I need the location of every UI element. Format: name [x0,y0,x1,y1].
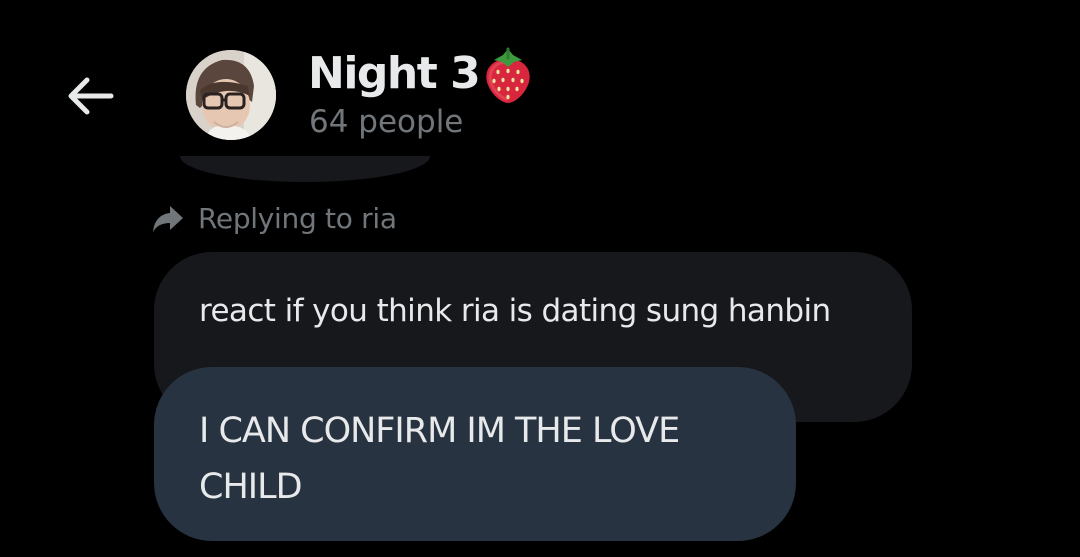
arrow-left-icon [68,77,114,115]
back-button[interactable] [60,72,118,120]
group-avatar[interactable] [186,50,276,140]
member-count: 64 people [309,104,464,140]
message-text: I CAN CONFIRM IM THE LOVE CHILD [199,411,680,507]
page-title: Night 3 [308,48,481,99]
replying-to-label: Replying to ria [198,201,397,235]
reply-arrow-icon [153,206,183,232]
previous-message-edge [180,156,430,182]
quoted-message-text: react if you think ria is dating sung ha… [199,293,831,329]
conversation-header: Night 3 [308,44,535,104]
message-bubble[interactable]: I CAN CONFIRM IM THE LOVE CHILD [154,367,796,541]
strawberry-icon [486,47,530,103]
reply-context[interactable]: Replying to ria [150,196,397,240]
avatar-photo [186,50,276,140]
